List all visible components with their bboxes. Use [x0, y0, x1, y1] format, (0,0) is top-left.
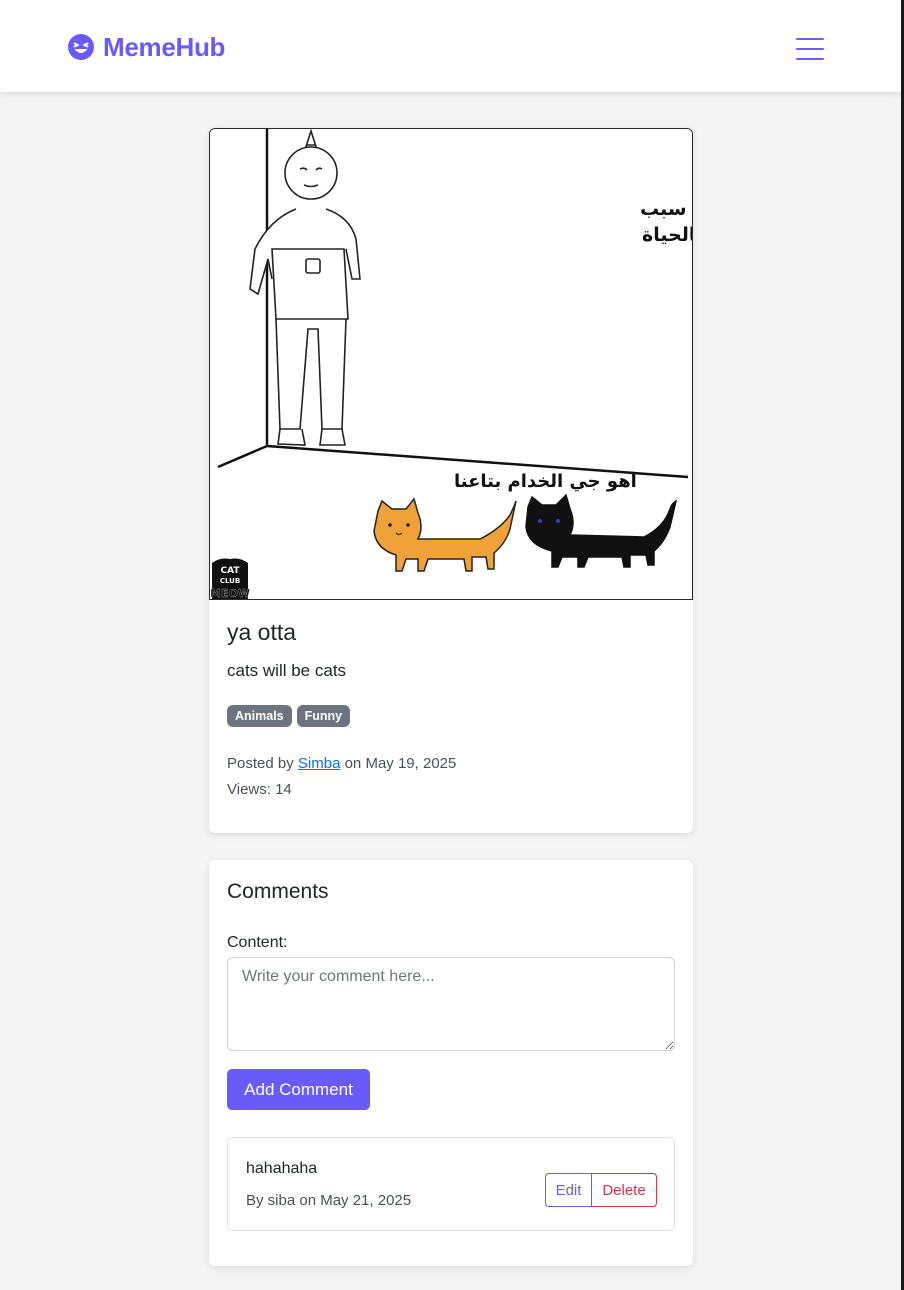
post-byline: Posted by Simba on May 19, 2025 — [227, 751, 456, 777]
views-count: Views: 14 — [227, 781, 292, 798]
post-meta: Posted by Simba on May 19, 2025 Views: 1… — [227, 751, 456, 803]
meme-top-caption-line2: سعادتي واستمراري بالحياة — [642, 224, 693, 247]
comment-text: hahahaha — [246, 1160, 318, 1177]
navbar: MemeHub — [0, 0, 901, 92]
edit-comment-button[interactable]: Edit — [545, 1173, 592, 1207]
tag-badge-funny[interactable]: Funny — [296, 705, 351, 727]
svg-text:CLUB: CLUB — [220, 577, 240, 585]
content-label: Content: — [227, 934, 288, 951]
laughing-face-icon — [68, 34, 94, 60]
post-title: ya otta — [227, 619, 297, 645]
hamburger-menu-icon[interactable] — [796, 38, 826, 60]
comments-card: Comments Content: Add Comment hahahaha B… — [209, 860, 693, 1266]
meme-bottom-caption: اهو جي الخدام بتاعنا — [454, 471, 637, 492]
post-description: cats will be cats — [227, 661, 347, 680]
comments-heading: Comments — [227, 880, 329, 903]
author-link[interactable]: Simba — [298, 755, 341, 772]
comment-meta: By siba on May 21, 2025 — [246, 1192, 412, 1209]
post-card: اتمنى يعرفون انو هم سبب سعادتي واستمراري… — [209, 128, 693, 833]
svg-text:CAT: CAT — [220, 566, 240, 576]
posted-by-prefix: Posted by — [227, 755, 294, 772]
meme-image: اتمنى يعرفون انو هم سبب سعادتي واستمراري… — [209, 128, 693, 600]
cat-club-watermark: CAT CLUB MEOW — [210, 558, 250, 600]
post-tags: Animals Funny — [227, 705, 351, 727]
brand-name: MemeHub — [103, 31, 226, 62]
comment-actions: Edit Delete — [545, 1173, 657, 1207]
comment-item: hahahaha By siba on May 21, 2025 Edit De… — [227, 1137, 675, 1231]
brand-logo-link[interactable]: MemeHub — [67, 31, 225, 63]
tag-badge-animals[interactable]: Animals — [227, 705, 292, 727]
delete-comment-button[interactable]: Delete — [592, 1173, 657, 1207]
posted-date: on May 19, 2025 — [344, 755, 457, 772]
meme-top-caption-line1: اتمنى يعرفون انو هم سبب — [640, 198, 693, 220]
svg-text:MEOW: MEOW — [210, 587, 250, 600]
comment-textarea[interactable] — [227, 957, 675, 1051]
add-comment-button[interactable]: Add Comment — [227, 1069, 370, 1110]
